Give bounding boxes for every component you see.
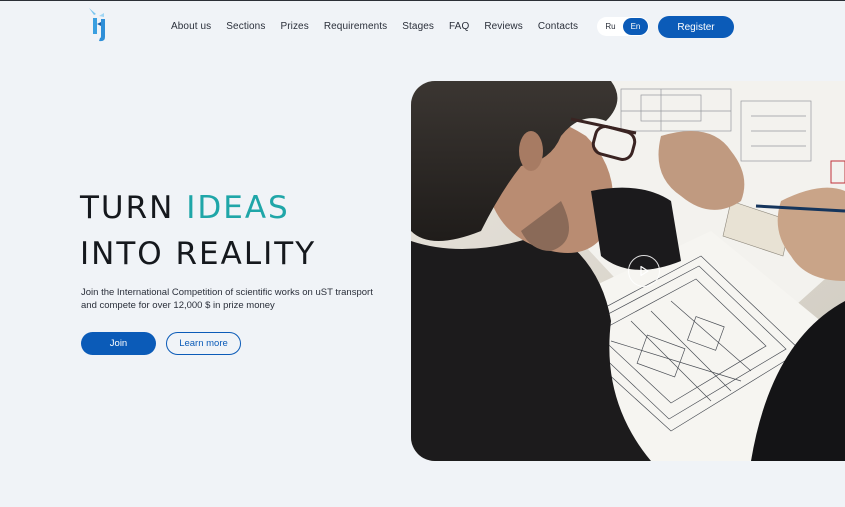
register-button[interactable]: Register	[658, 16, 734, 38]
lang-ru[interactable]: Ru	[598, 18, 623, 35]
hero-lead: Join the International Competition of sc…	[81, 287, 373, 311]
nav-prizes[interactable]: Prizes	[280, 20, 308, 34]
nav-contacts[interactable]: Contacts	[538, 20, 578, 34]
nav-sections[interactable]: Sections	[226, 20, 265, 34]
hero-title-line2: INTO REALITY	[80, 236, 317, 272]
play-video-button[interactable]	[628, 255, 660, 287]
nav-stages[interactable]: Stages	[402, 20, 434, 34]
nav-requirements[interactable]: Requirements	[324, 20, 387, 34]
learn-more-button[interactable]: Learn more	[166, 332, 241, 355]
brand-logo-icon[interactable]	[84, 4, 114, 42]
hero-title-plain: TURN	[80, 190, 187, 226]
main-nav: About us Sections Prizes Requirements St…	[171, 20, 593, 34]
hero-title-line1: TURN IDEAS	[80, 190, 290, 226]
top-border	[0, 0, 845, 1]
language-switch: Ru En	[597, 17, 649, 36]
play-icon	[640, 265, 649, 277]
nav-about-us[interactable]: About us	[171, 20, 211, 34]
lang-en[interactable]: En	[623, 18, 648, 35]
nav-faq[interactable]: FAQ	[449, 20, 469, 34]
nav-reviews[interactable]: Reviews	[484, 20, 523, 34]
join-button[interactable]: Join	[81, 332, 156, 355]
hero-title-accent: IDEAS	[186, 190, 290, 226]
